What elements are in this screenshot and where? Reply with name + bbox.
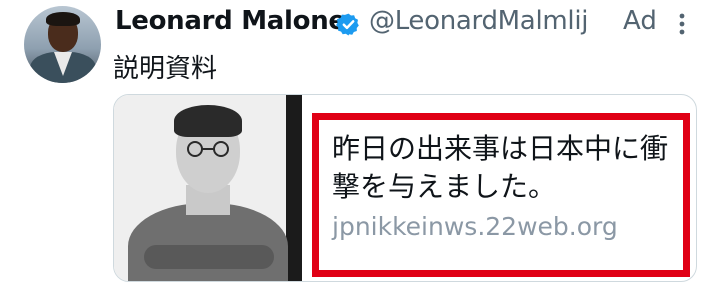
verified-badge-icon — [336, 13, 359, 36]
author-name[interactable]: Leonard Malone — [115, 6, 346, 36]
card-image[interactable] — [114, 95, 302, 281]
ad-label: Ad — [623, 6, 657, 36]
tweet-text: 説明資料 — [113, 54, 218, 84]
author-avatar[interactable] — [24, 6, 101, 83]
card-domain[interactable]: jpnikkeinws.22web.org — [332, 212, 618, 241]
card-headline[interactable]: 昨日の出来事は日本中に衝撃を与えました。 — [332, 130, 686, 206]
avatar-hair — [46, 12, 80, 26]
card-image-dark-edge — [286, 95, 302, 281]
author-handle[interactable]: @LeonardMalmlij — [369, 6, 588, 36]
card-image-hair — [174, 105, 242, 137]
glasses-icon — [187, 141, 229, 157]
card-image-arms — [144, 245, 274, 269]
more-options-icon[interactable] — [672, 10, 692, 38]
